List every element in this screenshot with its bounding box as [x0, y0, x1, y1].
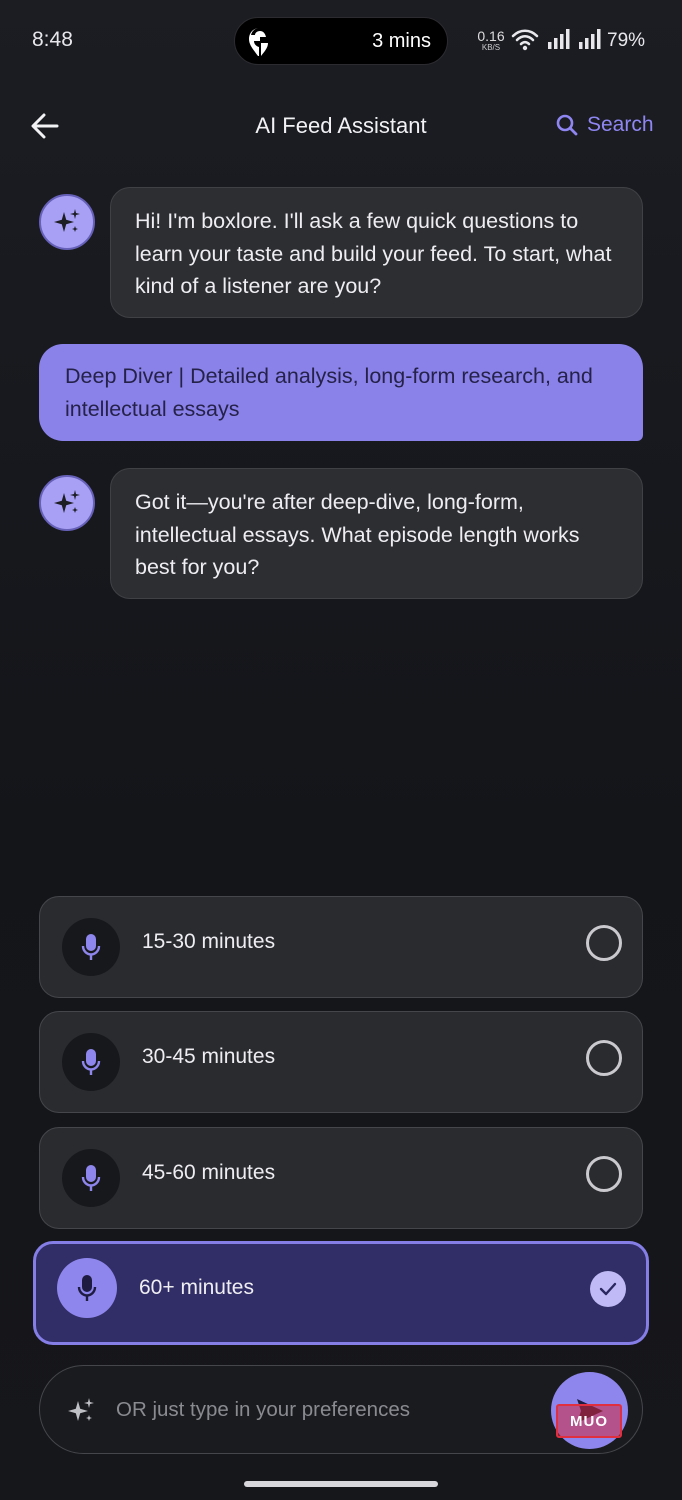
option-icon-circle: [62, 1033, 120, 1091]
home-indicator[interactable]: [244, 1481, 438, 1487]
option-icon-circle: [62, 1149, 120, 1207]
sparkle-icon: [54, 490, 80, 513]
option-icon-circle: [57, 1258, 117, 1318]
option-30-45-minutes[interactable]: 30-45 minutes: [39, 1011, 643, 1113]
assistant-message: Hi! I'm boxlore. I'll ask a few quick qu…: [110, 187, 643, 318]
radio-unselected[interactable]: [586, 1040, 622, 1076]
sparkle-icon: [68, 1398, 94, 1421]
microphone-icon: [77, 1275, 97, 1301]
preferences-input[interactable]: [116, 1392, 536, 1428]
radio-unselected[interactable]: [586, 925, 622, 961]
option-label: 60+ minutes: [139, 1276, 254, 1299]
user-message: Deep Diver | Detailed analysis, long-for…: [39, 344, 643, 441]
sparkle-icon: [54, 209, 80, 232]
live-activity-text: 3 mins: [372, 30, 431, 52]
option-45-60-minutes[interactable]: 45-60 minutes: [39, 1127, 643, 1229]
assistant-avatar: [39, 475, 95, 531]
option-label: 45-60 minutes: [142, 1161, 276, 1184]
status-time: 8:48: [32, 28, 73, 51]
network-speed-value: 0.16: [477, 28, 505, 44]
network-speed-unit: KB/S: [481, 43, 501, 52]
search-label: Search: [587, 113, 654, 136]
option-label: 15-30 minutes: [142, 930, 276, 953]
preferences-input-bar: [39, 1365, 643, 1454]
checkmark-selected[interactable]: [590, 1271, 626, 1307]
cellular-signal-icon: [548, 29, 570, 49]
search-button[interactable]: Search: [556, 113, 654, 137]
option-label: 30-45 minutes: [142, 1045, 276, 1068]
battery-level: 79%: [607, 30, 646, 51]
option-icon-circle: [62, 918, 120, 976]
microphone-icon: [81, 1165, 101, 1191]
watermark-logo: MUO: [556, 1404, 622, 1438]
search-icon: [556, 114, 578, 136]
assistant-avatar: [39, 194, 95, 250]
delivery-app-icon: [249, 28, 268, 56]
check-icon: [599, 1282, 617, 1296]
microphone-icon: [81, 1049, 101, 1075]
option-60-plus-minutes[interactable]: 60+ minutes: [33, 1241, 649, 1345]
wifi-icon: [511, 29, 539, 51]
radio-unselected[interactable]: [586, 1156, 622, 1192]
live-activity-pill[interactable]: 3 mins: [234, 17, 448, 65]
network-speed: 0.16 KB/S: [476, 29, 506, 52]
option-15-30-minutes[interactable]: 15-30 minutes: [39, 896, 643, 998]
assistant-message: Got it—you're after deep-dive, long-form…: [110, 468, 643, 599]
microphone-icon: [81, 934, 101, 960]
cellular-signal-2-icon: [579, 29, 601, 49]
status-bar: 8:48 3 mins 0.16 KB/S 79%: [0, 0, 682, 82]
